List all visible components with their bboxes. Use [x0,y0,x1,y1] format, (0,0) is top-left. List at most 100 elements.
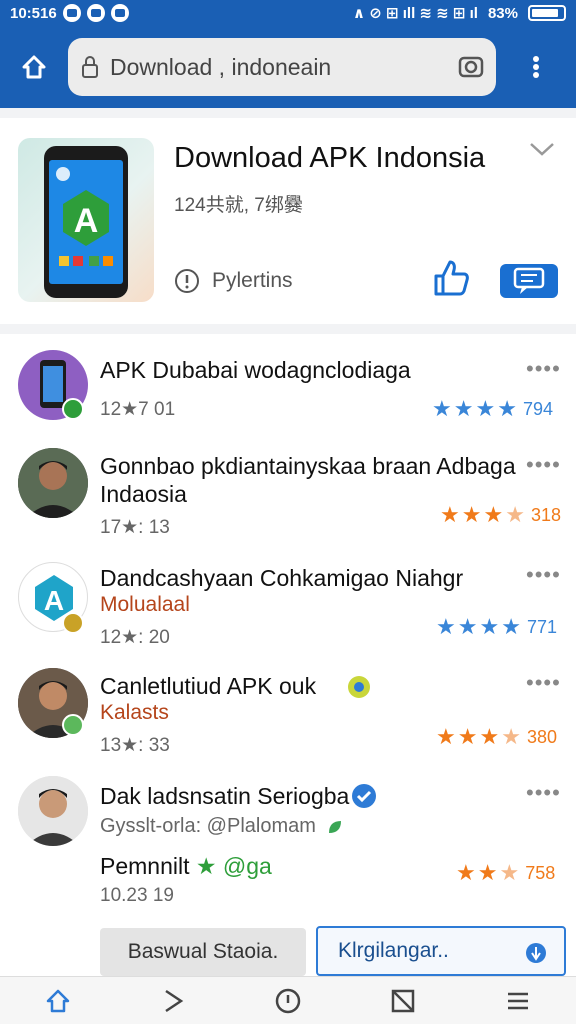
home-button[interactable] [0,26,68,108]
nav-play[interactable] [143,977,203,1024]
star-icon: ★ [497,396,517,421]
menu-icon [508,992,529,1009]
like-button[interactable] [432,258,470,303]
item-meta-title: Pemnnilt ★ @ga [100,852,272,880]
home-icon [22,55,46,79]
location-icon [526,943,546,963]
star-icon: ★ [195,853,217,879]
app-title: Download APK Indonsia [174,142,486,174]
star-icon: ★ [457,614,478,639]
nav-home[interactable] [28,977,88,1024]
badge-icon [62,612,84,634]
star-half-icon: ★ [501,724,521,749]
star-icon: ★ [436,614,456,639]
item-meta-title-text: Pemnnilt [100,853,190,879]
address-bar[interactable]: Download , indoneain [68,38,496,96]
verified-badge-icon [62,398,84,420]
more-options-icon[interactable]: •••• [526,782,561,804]
more-options-icon[interactable]: •••• [526,358,561,380]
app-info-row[interactable]: Pylertins [174,268,293,294]
rating-value: 318 [530,504,561,525]
star-icon: ★ [461,502,482,527]
app-subtitle: 124共就, 7绑爨 [174,195,303,216]
more-options-icon[interactable]: •••• [526,672,561,694]
star-icon: ★ [477,860,498,885]
item-title: Gonnbao pkdiantainyskaa braan Adbaga [100,453,516,479]
person-icon [18,448,88,518]
bottom-actions: Baswual Staoia. Klrgilangar.. [0,918,576,976]
bottom-navigation [0,976,576,1024]
battery-icon [528,5,566,21]
nav-gallery[interactable] [373,977,433,1024]
more-options-icon[interactable]: •••• [526,564,561,586]
rating-value: 794 [522,398,553,419]
star-icon: ★ [456,860,476,885]
leaf-icon [329,821,341,833]
item-title-line2: Indaosia [100,481,187,507]
thumbs-up-icon [434,260,469,296]
primary-action-button[interactable]: Baswual Staoia. [100,928,306,976]
item-title: Dandcashyaan Cohkamigao Niahgr [100,565,464,591]
comment-button[interactable] [500,264,558,298]
star-icon: ★ [436,724,456,749]
more-options-icon[interactable]: •••• [526,454,561,476]
phone-image: A [44,146,128,298]
list-item[interactable]: A Dandcashyaan Cohkamigao Niahgr Moluala… [0,558,576,666]
item-subtitle: Gysslt-orla: @Plalomam [100,815,316,837]
list-item[interactable]: Dak ladsnsatin Seriogba Gysslt-orla: @Pl… [0,776,576,918]
more-vertical-icon [533,56,539,78]
battery-percent: 83% [487,4,518,22]
rating-value: 758 [525,862,556,883]
overflow-menu-button[interactable] [496,26,576,108]
secondary-action-button[interactable]: Klrgilangar.. [316,926,566,976]
expand-button[interactable] [528,140,556,163]
star-icon: ★ [453,396,474,421]
browser-toolbar: Download , indoneain [0,26,576,108]
rating: ★ ★ ★ ★ 380 [436,726,557,748]
star-icon: ★ [479,614,500,639]
svg-text:A: A [74,202,99,240]
rating: ★ ★ ★ ★ 771 [436,616,557,638]
star-icon: ★ [501,614,521,639]
app-header-card: A Download APK Indonsia 124共就, 7绑爨 Pyler… [0,118,576,324]
star-icon: ★ [457,724,478,749]
rating-value: 380 [526,726,557,747]
image-icon [391,989,415,1012]
info-label: Pylertins [212,269,293,292]
signal-icons: ∧ ⊘ ⊞ ıll ≋ ≋ ⊞ ıl [352,5,478,22]
star-icon: ★ [483,502,504,527]
rating: ★ ★ ★ ★ 318 [440,504,561,526]
chat-icon [513,267,545,294]
item-title: Canletlutiud APK ouk [100,673,317,699]
rating-value: 771 [526,616,557,637]
list-item[interactable]: Gonnbao pkdiantainyskaa braan Adbaga Ind… [0,446,576,558]
item-subtitle: Molualaal [100,593,190,616]
nav-menu[interactable] [488,977,548,1024]
star-icon: ★ [432,396,452,421]
item-title: Dak ladsnsatin Seriogba [100,783,350,809]
rating: ★ ★ ★ 758 [456,862,555,884]
svg-text:A: A [44,585,64,616]
star-half-icon: ★ [505,502,525,527]
camera-icon[interactable] [458,54,484,80]
verified-badge-icon [62,714,84,736]
list-item[interactable]: Canletlutiud APK ouk Kalasts 13★: 33 •••… [0,666,576,776]
notification-icon [62,4,81,22]
compass-icon [275,988,301,1013]
notification-icon [86,4,105,22]
star-icon: ★ [440,502,460,527]
play-icon [165,989,184,1012]
item-meta: 17★: 13 [100,517,170,538]
star-icon: ★ [479,724,500,749]
star-icon: ★ [475,396,496,421]
avatar [18,448,88,518]
badge-icon [348,676,370,698]
nav-compass[interactable] [258,977,318,1024]
verified-icon [352,784,376,808]
app-list: APK Dubabai wodagnclodiaga 12★7 01 •••• … [0,334,576,918]
item-meta: 12★: 20 [100,627,170,648]
status-bar: 10:516 ∧ ⊘ ⊞ ıll ≋ ≋ ⊞ ıl 83% [0,0,576,26]
item-title: APK Dubabai wodagnclodiaga [100,357,411,383]
list-item[interactable]: APK Dubabai wodagnclodiaga 12★7 01 •••• … [0,346,576,446]
avatar [18,776,88,846]
